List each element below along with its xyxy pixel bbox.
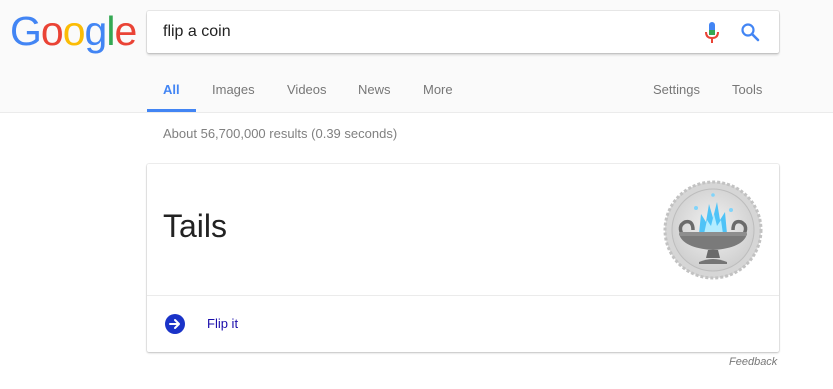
coin-tails-fountain-icon [663,180,763,280]
search-tabs: All Images Videos News More Settings Too… [0,70,833,113]
mic-icon[interactable] [703,21,721,45]
logo-letter-1: G [10,8,42,54]
logo-letter-6: e [114,8,137,54]
coin-result: Tails [163,208,228,244]
tab-videos[interactable]: Videos [287,82,327,97]
search-icon[interactable] [740,22,760,42]
tab-more[interactable]: More [423,82,453,97]
logo-letter-2: o [40,8,64,54]
logo-letter-4: g [84,8,108,54]
logo-letter-3: o [62,8,86,54]
flip-it-label: Flip it [207,316,239,331]
header: Google All Images Videos News More Setti… [0,0,833,113]
tab-news[interactable]: News [358,82,391,97]
search-box [147,11,779,53]
arrow-right-circle-icon [165,314,185,334]
flip-it-button[interactable]: Flip it [147,296,779,352]
tab-all[interactable]: All [163,82,180,97]
tab-images[interactable]: Images [212,82,255,97]
google-logo[interactable]: Google [10,8,137,54]
coin-flip-card: Tails Flip it [147,164,779,352]
tab-settings[interactable]: Settings [653,82,700,97]
result-stats: About 56,700,000 results (0.39 seconds) [163,126,398,141]
logo-letter-5: l [106,8,115,54]
search-input[interactable] [163,11,683,53]
active-tab-indicator [147,109,196,112]
feedback-link[interactable]: Feedback [729,356,777,368]
tab-tools[interactable]: Tools [732,82,762,97]
